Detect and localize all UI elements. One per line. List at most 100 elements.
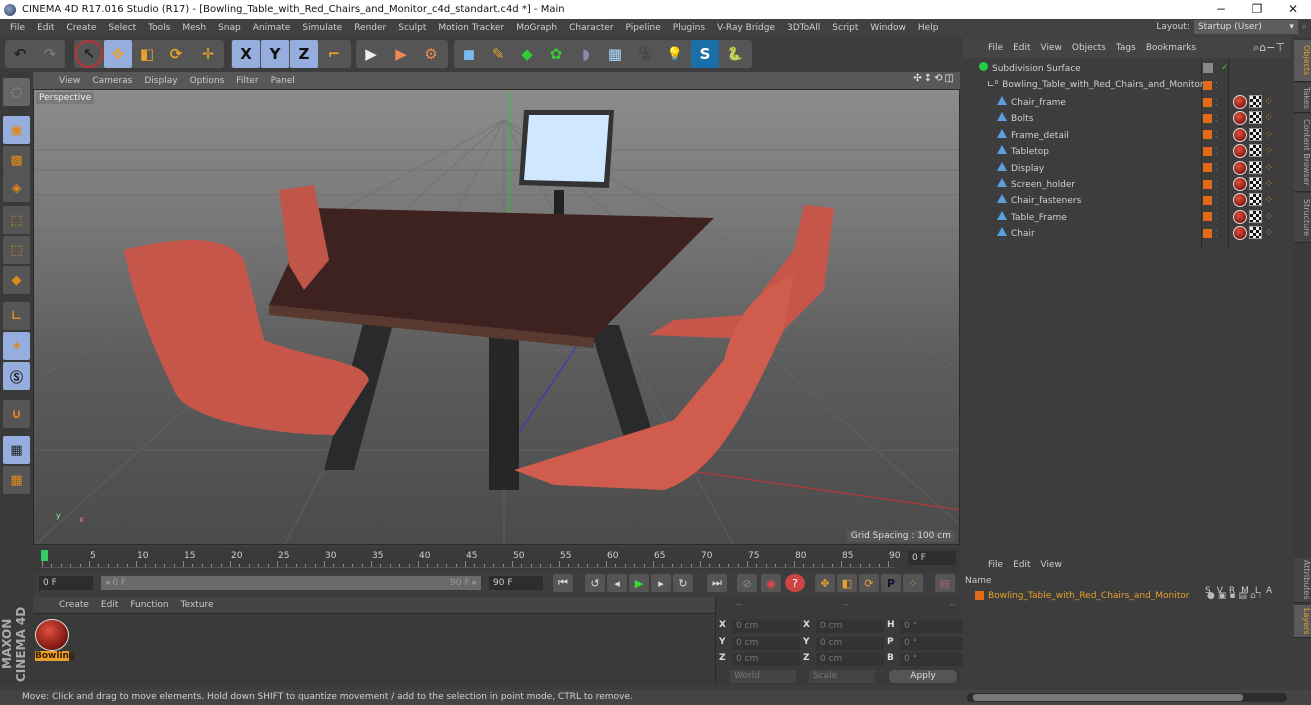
- key-scale-button[interactable]: ◧: [837, 574, 857, 592]
- uvw-tag-icon[interactable]: [1249, 127, 1262, 141]
- viewport-menu-options[interactable]: Options: [184, 76, 231, 86]
- keyframe-selection-button[interactable]: ?: [785, 574, 805, 592]
- menu-character[interactable]: Character: [563, 23, 619, 33]
- subdivision-surface-button[interactable]: ◆: [513, 40, 541, 68]
- visibility-dots[interactable]: ⁚: [1215, 163, 1218, 172]
- pen-spline-button[interactable]: ✎: [484, 40, 512, 68]
- pos-z-field[interactable]: 0 cm: [732, 653, 800, 666]
- phong-tag-icon[interactable]: ⁘: [1264, 161, 1277, 174]
- object-menu-view[interactable]: View: [1036, 43, 1067, 53]
- visibility-dots[interactable]: ⁚: [1215, 212, 1218, 221]
- material-menu-function[interactable]: Function: [124, 600, 174, 610]
- key-pla-button[interactable]: ⁘: [903, 574, 923, 592]
- material-tag-icon[interactable]: [1233, 226, 1247, 241]
- enabled-check-icon[interactable]: ✓: [1221, 63, 1229, 73]
- object-row[interactable]: Tabletop ⁚ ⁘: [963, 143, 1291, 159]
- uvw-tag-icon[interactable]: [1249, 95, 1262, 108]
- pos-x-field[interactable]: 0 cm: [732, 620, 800, 633]
- material-tag-icon[interactable]: [1233, 144, 1247, 159]
- uvw-tag-icon[interactable]: [1249, 111, 1262, 125]
- visibility-dots[interactable]: ⁚: [1215, 180, 1218, 189]
- array-button[interactable]: ✿: [542, 40, 570, 68]
- y-axis-lock-button[interactable]: Y: [261, 40, 289, 68]
- menu-pipeline[interactable]: Pipeline: [620, 23, 667, 33]
- play-button[interactable]: ▶: [629, 574, 649, 592]
- layer-menu-view[interactable]: View: [1036, 560, 1067, 570]
- magnet-button[interactable]: ∪: [3, 400, 30, 428]
- object-row-subdivision-surface[interactable]: Subdivision Surface ✓: [963, 60, 1291, 76]
- object-menu-bookmarks[interactable]: Bookmarks: [1141, 43, 1201, 53]
- redo-button[interactable]: ↷: [36, 40, 64, 68]
- z-axis-lock-button[interactable]: Z: [290, 40, 318, 68]
- make-editable-button[interactable]: ◌: [3, 78, 30, 106]
- phong-tag-icon[interactable]: ⁘: [1264, 128, 1277, 141]
- timeline-window-button[interactable]: ▤: [935, 574, 955, 592]
- uvw-tag-icon[interactable]: [1249, 226, 1262, 240]
- material-tag-icon[interactable]: [1233, 160, 1247, 175]
- coord-mode-dropdown[interactable]: World: [730, 670, 796, 683]
- viewport-menu-panel[interactable]: Panel: [265, 76, 301, 86]
- live-selection-button[interactable]: ↖: [75, 40, 103, 68]
- menu-create[interactable]: Create: [61, 23, 103, 33]
- material-menu-create[interactable]: Create: [53, 600, 95, 610]
- object-manager-search-home-icons[interactable]: ⌕⌂−⊤: [1253, 41, 1285, 55]
- move-tool-button[interactable]: ✥: [104, 40, 132, 68]
- light-button[interactable]: 💡: [661, 40, 689, 68]
- close-button[interactable]: ✕: [1275, 0, 1311, 19]
- viewport-menu-display[interactable]: Display: [138, 76, 183, 86]
- layer-color-swatch[interactable]: [975, 591, 984, 600]
- floor-button[interactable]: ▦: [601, 40, 629, 68]
- render-settings-button[interactable]: ⚙: [417, 40, 445, 68]
- viewport-menu-view[interactable]: View: [53, 76, 86, 86]
- undo-button[interactable]: ↶: [6, 40, 34, 68]
- material-swatch[interactable]: Bowling: [35, 619, 75, 663]
- planar-workplane-button[interactable]: ▦: [3, 466, 30, 494]
- tab-content-browser[interactable]: Content Browser: [1294, 114, 1311, 192]
- size-x-field[interactable]: 0 cm: [816, 620, 884, 633]
- viewport-menu-filter[interactable]: Filter: [230, 76, 264, 86]
- cube-object-button[interactable]: ◼: [455, 40, 483, 68]
- workplane-lock-button[interactable]: ▦: [3, 436, 30, 464]
- scrollbar-thumb[interactable]: [973, 694, 1243, 701]
- uvw-tag-icon[interactable]: [1249, 193, 1262, 207]
- polygons-mode-button[interactable]: ◆: [3, 266, 30, 294]
- visibility-dots[interactable]: ⁚: [1215, 98, 1218, 107]
- material-tag-icon[interactable]: [1233, 209, 1247, 224]
- phong-tag-icon[interactable]: ⁘: [1264, 226, 1277, 239]
- menu-mesh[interactable]: Mesh: [176, 23, 212, 33]
- layer-flags-icons[interactable]: ●▣▪▤⌂⁝: [1207, 591, 1265, 601]
- object-row[interactable]: Display ⁚ ⁘: [963, 160, 1291, 176]
- uvw-tag-icon[interactable]: [1249, 209, 1262, 223]
- object-menu-tags[interactable]: Tags: [1111, 43, 1141, 53]
- menu-file[interactable]: File: [4, 23, 31, 33]
- edges-mode-button[interactable]: ⬚: [3, 236, 30, 264]
- object-row-group[interactable]: ∟⁰ Bowling_Table_with_Red_Chairs_and_Moni…: [963, 77, 1291, 93]
- menu-plugins[interactable]: Plugins: [667, 23, 711, 33]
- autokeying-button[interactable]: ◉: [761, 574, 781, 592]
- material-tag-icon[interactable]: [1233, 177, 1247, 191]
- model-mode-button[interactable]: ▣: [3, 116, 30, 144]
- workplane-mode-button[interactable]: ◈: [3, 174, 30, 202]
- menu-render[interactable]: Render: [348, 23, 392, 33]
- axis-mode-button[interactable]: ∟: [3, 302, 30, 330]
- phong-tag-icon[interactable]: ⁘: [1264, 111, 1277, 124]
- key-parameter-button[interactable]: P: [881, 574, 901, 592]
- menu-simulate[interactable]: Simulate: [296, 23, 348, 33]
- phong-tag-icon[interactable]: ⁘: [1264, 144, 1277, 157]
- layer-horizontal-scrollbar[interactable]: [967, 693, 1287, 702]
- viewport-menu-cameras[interactable]: Cameras: [86, 76, 138, 86]
- size-z-field[interactable]: 0 cm: [816, 653, 884, 666]
- playhead[interactable]: [41, 550, 48, 561]
- object-row[interactable]: Table_Frame ⁚ ⁘: [963, 209, 1291, 225]
- timeline[interactable]: 051015202530354045505560657075808590 0 F: [33, 548, 960, 572]
- object-menu-objects[interactable]: Objects: [1067, 43, 1111, 53]
- object-menu-edit[interactable]: Edit: [1008, 43, 1035, 53]
- key-position-button[interactable]: ✥: [815, 574, 835, 592]
- scale-tool-button[interactable]: ◧: [133, 40, 161, 68]
- uvw-tag-icon[interactable]: [1249, 160, 1262, 174]
- recent-tool-button[interactable]: ✛: [194, 40, 222, 68]
- coordinate-system-button[interactable]: ⌐: [320, 40, 348, 68]
- object-row[interactable]: Chair ⁚ ⁘: [963, 225, 1291, 241]
- menu-3dtoall[interactable]: 3DToAll: [781, 23, 826, 33]
- snap-button[interactable]: Ⓢ: [3, 362, 30, 390]
